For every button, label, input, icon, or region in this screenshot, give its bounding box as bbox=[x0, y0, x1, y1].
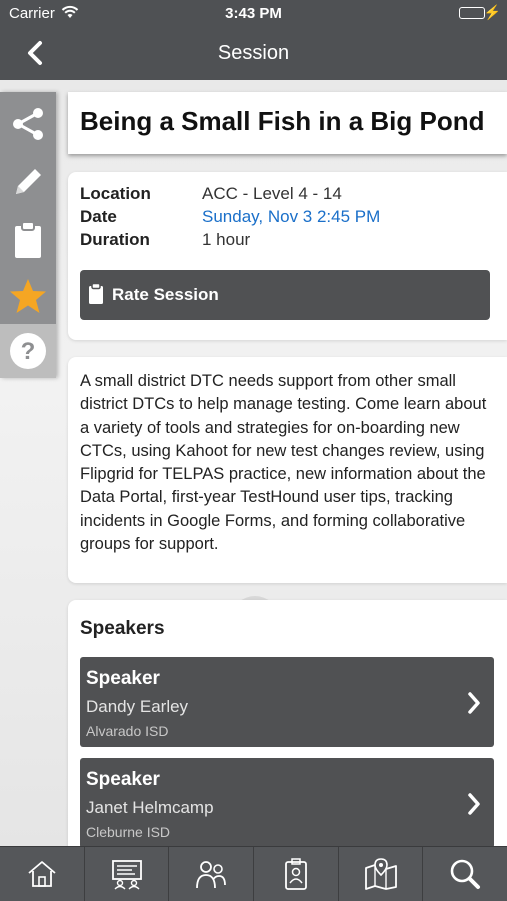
share-button[interactable] bbox=[0, 96, 56, 152]
session-title: Being a Small Fish in a Big Pond bbox=[80, 106, 485, 136]
session-info-card: Location ACC - Level 4 - 14 Date Sunday,… bbox=[68, 172, 507, 340]
favorite-button[interactable] bbox=[0, 268, 56, 324]
duration-value: 1 hour bbox=[202, 230, 251, 249]
tab-attendees[interactable] bbox=[169, 847, 255, 901]
chevron-right-icon bbox=[468, 793, 480, 815]
survey-button[interactable] bbox=[0, 212, 56, 268]
tab-map[interactable] bbox=[339, 847, 424, 901]
bottom-tab-bar bbox=[0, 846, 507, 901]
home-icon bbox=[28, 861, 56, 887]
session-content[interactable]: ? Being a Small Fish in a Big Pond Locat… bbox=[0, 80, 507, 846]
share-icon bbox=[13, 108, 43, 140]
search-icon bbox=[450, 859, 481, 889]
session-description-card: A small district DTC needs support from … bbox=[68, 357, 507, 583]
speaker-item[interactable]: Speaker Janet Helmcamp Cleburne ISD bbox=[80, 758, 494, 846]
battery-icon bbox=[459, 7, 485, 19]
speaker-name: Dandy Earley bbox=[86, 697, 189, 716]
charging-bolt-icon: ⚡ bbox=[483, 4, 501, 20]
nav-bar: Session bbox=[0, 28, 507, 80]
page-title: Session bbox=[217, 42, 290, 64]
clipboard-icon bbox=[89, 283, 103, 304]
location-label: Location bbox=[80, 184, 151, 203]
tab-search[interactable] bbox=[423, 847, 507, 901]
session-description: A small district DTC needs support from … bbox=[80, 372, 487, 554]
date-label: Date bbox=[80, 207, 117, 226]
speaker-organization: Cleburne ISD bbox=[86, 824, 171, 840]
clipboard-icon bbox=[15, 221, 41, 258]
chevron-right-icon bbox=[468, 692, 480, 714]
speaker-role: Speaker bbox=[86, 668, 160, 689]
speakers-heading: Speakers bbox=[80, 618, 165, 639]
map-icon bbox=[364, 858, 397, 890]
speaker-role: Speaker bbox=[86, 769, 160, 790]
status-bar: Carrier 3:43 PM ⚡ bbox=[0, 0, 507, 28]
svg-text:?: ? bbox=[21, 338, 36, 365]
session-title-card: Being a Small Fish in a Big Pond bbox=[68, 92, 507, 154]
speaker-item[interactable]: Speaker Dandy Earley Alvarado ISD bbox=[80, 657, 494, 747]
action-sidebar: ? bbox=[0, 92, 56, 378]
people-icon bbox=[196, 861, 227, 889]
tab-home[interactable] bbox=[0, 847, 85, 901]
star-icon bbox=[10, 279, 46, 313]
agenda-board-icon bbox=[111, 860, 142, 890]
pencil-icon bbox=[16, 169, 41, 194]
date-link[interactable]: Sunday, Nov 3 2:45 PM bbox=[202, 207, 380, 227]
badge-icon bbox=[284, 858, 307, 890]
rate-session-button[interactable]: Rate Session bbox=[80, 270, 490, 320]
help-button[interactable]: ? bbox=[0, 324, 56, 378]
location-value: ACC - Level 4 - 14 bbox=[202, 184, 342, 203]
rate-session-label: Rate Session bbox=[112, 285, 219, 304]
speakers-card: Speakers Speaker Dandy Earley Alvarado I… bbox=[68, 600, 507, 846]
speaker-organization: Alvarado ISD bbox=[86, 723, 169, 739]
duration-label: Duration bbox=[80, 230, 150, 249]
speaker-name: Janet Helmcamp bbox=[86, 798, 214, 817]
tab-badge[interactable] bbox=[254, 847, 339, 901]
help-icon: ? bbox=[10, 333, 46, 369]
notes-button[interactable] bbox=[0, 154, 56, 210]
clock: 3:43 PM bbox=[225, 5, 282, 22]
tab-agenda[interactable] bbox=[85, 847, 170, 901]
